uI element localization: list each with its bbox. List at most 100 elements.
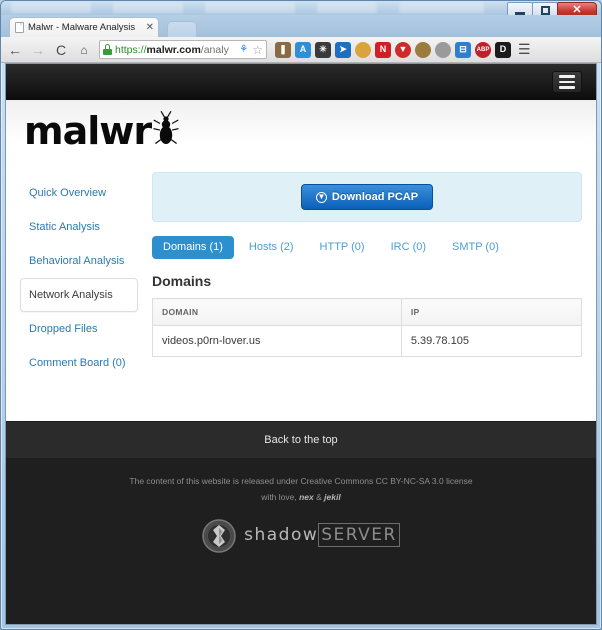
- tab-hosts[interactable]: Hosts (2): [238, 236, 305, 259]
- footer-credits-prefix: with love,: [261, 491, 300, 502]
- page-viewport: malwr Quick Overview Static Analysis Beh…: [5, 63, 597, 625]
- page-content: Quick Overview Static Analysis Behaviora…: [6, 160, 596, 381]
- extension-toolbar: ❚ A ✳ ➤ N ▼ ⊟ ABP D: [275, 41, 511, 58]
- shadowserver-logo[interactable]: shadow SERVER: [6, 519, 596, 553]
- footer-author-jekil[interactable]: jekil: [324, 492, 341, 502]
- column-header-ip: IP: [400, 298, 583, 326]
- analysis-nav-list: Quick Overview Static Analysis Behaviora…: [20, 176, 138, 381]
- column-header-domain: DOMAIN: [152, 298, 402, 326]
- sidebar-item-network-analysis[interactable]: Network Analysis: [20, 278, 138, 313]
- site-logo-link[interactable]: malwr: [24, 110, 179, 150]
- table-header-row: DOMAIN IP: [152, 298, 583, 326]
- address-bar[interactable]: https://malwr.com/analy ⚘ ☆: [99, 40, 267, 59]
- site-top-nav: [6, 64, 596, 100]
- close-window-button[interactable]: ✕: [557, 2, 597, 15]
- tab-domains[interactable]: Domains (1): [152, 236, 234, 259]
- address-bar-url: https://malwr.com/analy: [115, 44, 236, 56]
- page-title: Domains: [152, 273, 212, 289]
- ghost-tab: [317, 2, 377, 13]
- tab-close-icon[interactable]: ✕: [144, 22, 154, 33]
- site-logo-band: malwr: [6, 100, 596, 160]
- site-menu-toggle-button[interactable]: [552, 71, 582, 93]
- sidebar-item-comment-board[interactable]: Comment Board (0): [20, 346, 138, 380]
- url-host: malwr.com: [146, 43, 201, 56]
- home-button[interactable]: ⌂: [74, 40, 94, 60]
- browser-window: ✕ Malwr - Malware Analysis ✕ ← → C ⌂ htt…: [0, 0, 602, 630]
- sidebar-item-quick-overview[interactable]: Quick Overview: [20, 176, 138, 210]
- wot-extension-icon[interactable]: ✳: [315, 41, 331, 58]
- footer-credits-separator: &: [313, 491, 325, 502]
- page-action-icon[interactable]: ⚘: [239, 44, 248, 55]
- download-pcap-label: Download PCAP: [331, 191, 419, 203]
- sidebar-item-static-analysis[interactable]: Static Analysis: [20, 210, 138, 244]
- close-icon: ✕: [572, 4, 582, 16]
- url-path: /analy: [200, 43, 229, 56]
- pocket-extension-icon[interactable]: ➤: [335, 41, 351, 58]
- adblockplus-extension-icon[interactable]: ABP: [475, 41, 491, 58]
- back-to-top-link[interactable]: Back to the top: [6, 420, 596, 458]
- cell-domain: videos.p0rn-lover.us: [152, 325, 402, 357]
- forward-button[interactable]: →: [28, 40, 48, 60]
- browser-toolbar: ← → C ⌂ https://malwr.com/analy ⚘ ☆ ❚ A …: [1, 37, 601, 63]
- ghost-tab: [399, 2, 484, 13]
- tab-http[interactable]: HTTP (0): [309, 236, 376, 259]
- translate-extension-icon[interactable]: A: [295, 41, 311, 58]
- bookmark-star-icon[interactable]: ☆: [252, 43, 263, 57]
- footer-license-text: The content of this website is released …: [129, 475, 473, 486]
- footer-credits: with love, nex & jekil: [6, 489, 596, 505]
- maximize-icon: [540, 6, 550, 15]
- hamburger-bar-icon: [559, 75, 575, 78]
- browser-tab-strip: Malwr - Malware Analysis ✕: [1, 15, 601, 37]
- sidebar-item-dropped-files[interactable]: Dropped Files: [20, 312, 138, 346]
- tab-irc[interactable]: IRC (0): [380, 236, 437, 259]
- ghost-tab: [205, 2, 295, 13]
- download-circle-icon: ▼: [315, 191, 327, 203]
- analysis-sidebar: Quick Overview Static Analysis Behaviora…: [20, 172, 138, 381]
- footer-author-nex[interactable]: nex: [299, 492, 314, 502]
- new-tab-button[interactable]: [167, 21, 197, 37]
- hamburger-bar-icon: [559, 86, 575, 89]
- sidebar-item-behavioral-analysis[interactable]: Behavioral Analysis: [20, 244, 138, 278]
- site-footer: The content of this website is released …: [6, 457, 596, 624]
- browser-tab-title: Malwr - Malware Analysis: [28, 22, 136, 33]
- globe-extension-icon[interactable]: [435, 41, 451, 58]
- downthemall-extension-icon[interactable]: ▼: [395, 41, 411, 58]
- page-favicon-icon: [15, 22, 24, 33]
- shadowserver-mark-icon: [202, 519, 236, 553]
- back-button[interactable]: ←: [5, 40, 25, 60]
- ghost-tab: [113, 2, 183, 13]
- lastpass-extension-icon[interactable]: ❚: [275, 41, 291, 58]
- disconnect-extension-icon[interactable]: D: [495, 41, 511, 58]
- reload-button[interactable]: C: [51, 40, 71, 60]
- cell-ip: 5.39.78.105: [400, 325, 583, 357]
- url-scheme: https://: [115, 43, 147, 56]
- site-logo-text: malwr: [24, 109, 152, 153]
- domains-table-head: DOMAIN IP: [152, 298, 583, 326]
- cookies-extension-icon[interactable]: [355, 41, 371, 58]
- hamburger-bar-icon: [559, 80, 575, 84]
- shadowserver-word-1: shadow: [244, 525, 319, 546]
- maximize-button[interactable]: [532, 2, 558, 15]
- shadowserver-wordmark: shadow SERVER: [244, 523, 400, 548]
- content-bottom-spacer: [6, 380, 596, 421]
- noscript-extension-icon[interactable]: N: [375, 41, 391, 58]
- ghost-tab: [11, 2, 91, 13]
- network-tabs: Domains (1) Hosts (2) HTTP (0) IRC (0) S…: [152, 236, 582, 259]
- bug-icon: [153, 111, 179, 144]
- tab-smtp[interactable]: SMTP (0): [441, 236, 510, 259]
- session-extension-icon[interactable]: [415, 41, 431, 58]
- chrome-menu-icon[interactable]: ☰: [518, 41, 531, 58]
- window-title-bar: ✕: [1, 1, 601, 15]
- analysis-main-panel: ▼ Download PCAP Domains (1) Hosts (2) HT…: [138, 172, 583, 381]
- download-pcap-button[interactable]: ▼ Download PCAP: [300, 184, 434, 210]
- minimize-button[interactable]: [507, 2, 533, 15]
- domains-table-body: videos.p0rn-lover.us 5.39.78.105: [152, 325, 583, 357]
- domains-table: DOMAIN IP videos.p0rn-lover.us 5.39.78.1…: [152, 298, 583, 357]
- secure-lock-icon: [103, 44, 112, 55]
- shadowserver-word-2: SERVER: [318, 523, 400, 548]
- bookmark-extension-icon[interactable]: ⊟: [455, 41, 471, 58]
- background-tabs-blurred: [11, 2, 491, 14]
- table-row: videos.p0rn-lover.us 5.39.78.105: [152, 325, 583, 357]
- browser-tab-active[interactable]: Malwr - Malware Analysis ✕: [9, 17, 159, 37]
- download-pcap-panel: ▼ Download PCAP: [152, 172, 582, 222]
